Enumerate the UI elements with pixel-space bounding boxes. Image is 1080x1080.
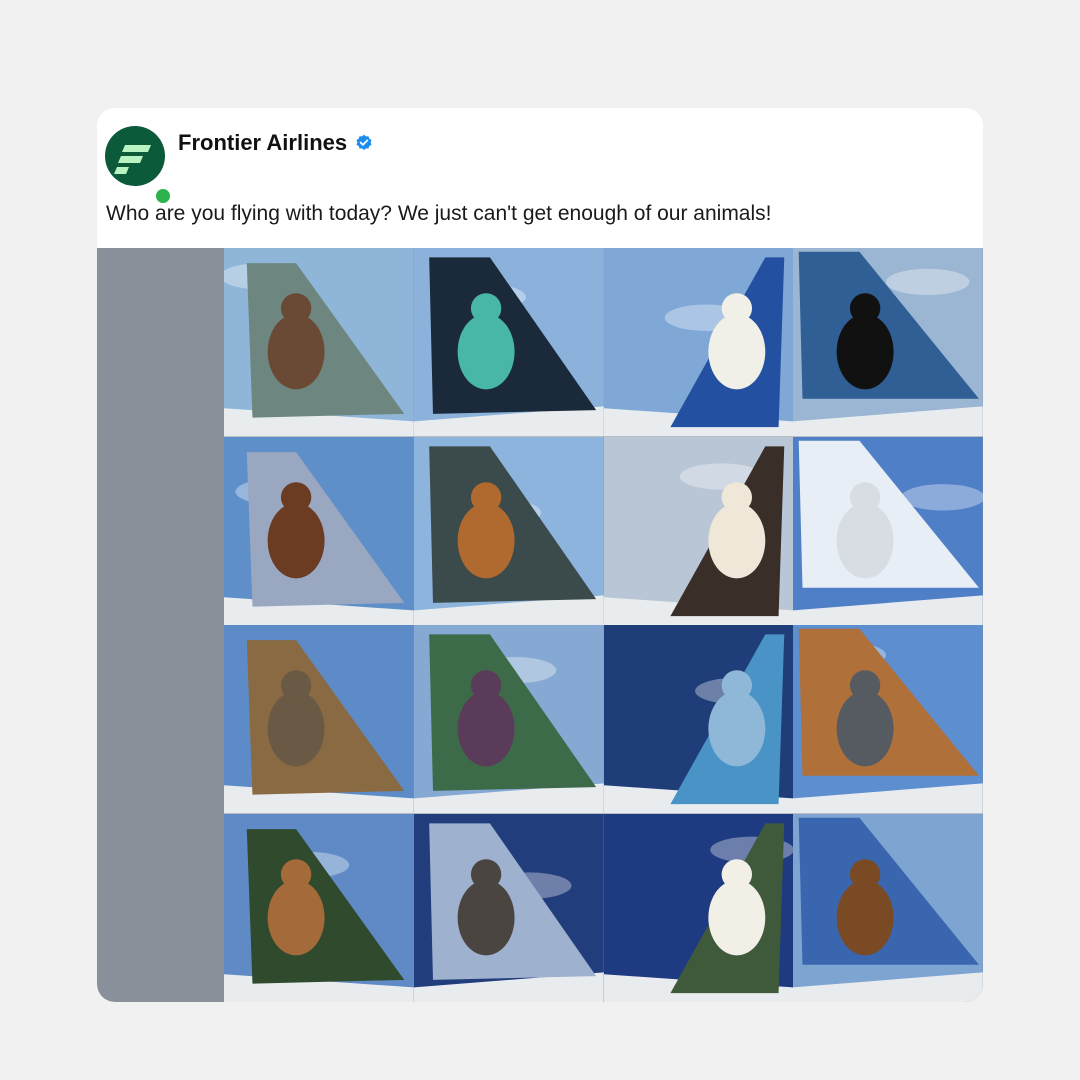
tail-photo-mallard[interactable] [793, 625, 983, 814]
tail-photo-coyote[interactable] [413, 436, 604, 625]
tail-photo-polar-bears[interactable] [603, 436, 794, 625]
tail-photo-orca[interactable] [793, 248, 983, 437]
tail-photo-frog[interactable] [413, 248, 604, 437]
account-name[interactable]: Frontier Airlines [178, 130, 347, 156]
tail-photo-bald-eagle[interactable] [603, 813, 794, 1002]
avatar[interactable] [105, 126, 173, 206]
tail-photo-grizzly-bear[interactable] [793, 813, 983, 1002]
tail-photo-fawn[interactable] [224, 813, 414, 1002]
tail-photo-wood-duck[interactable] [413, 625, 604, 814]
post-media[interactable] [97, 248, 983, 1002]
post-card: Frontier Airlines Who are you flying wit… [97, 108, 983, 1002]
tail-photo-raccoon[interactable] [224, 625, 414, 814]
tail-photo-dolphin[interactable] [603, 625, 794, 814]
verified-badge-icon [356, 134, 372, 151]
tail-photo-wolf[interactable] [413, 813, 604, 1002]
tail-photo-moose[interactable] [224, 248, 414, 437]
tail-photo-grid [224, 248, 983, 1002]
tail-photo-horse[interactable] [224, 436, 414, 625]
frontier-logo-icon [114, 145, 151, 174]
tail-photo-eagle[interactable] [603, 248, 794, 437]
tail-photo-rabbit[interactable] [793, 436, 983, 625]
account-name-row[interactable]: Frontier Airlines [178, 130, 373, 156]
post-caption: Who are you flying with today? We just c… [106, 202, 772, 225]
